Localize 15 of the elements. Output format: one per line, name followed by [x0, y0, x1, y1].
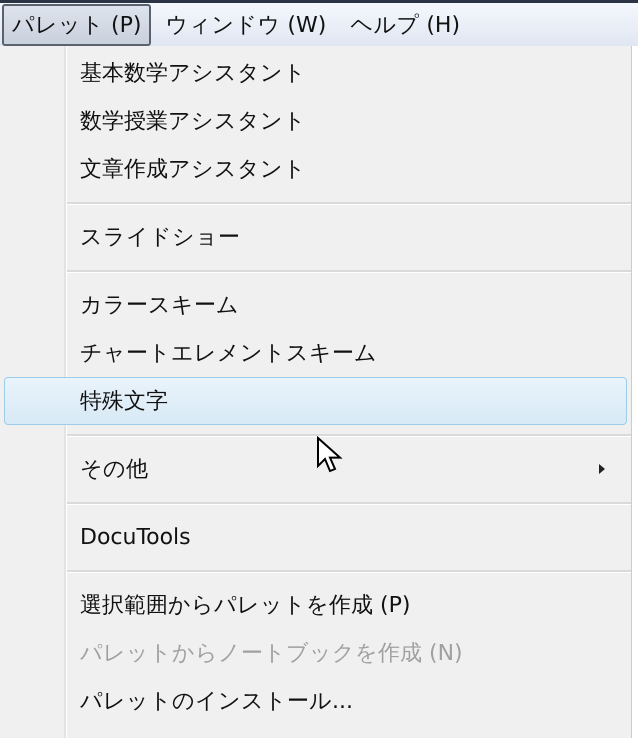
- menu-item[interactable]: 基本数学アシスタント: [4, 49, 627, 97]
- menu-item[interactable]: 選択範囲からパレットを作成 (P): [4, 581, 627, 629]
- menu-item[interactable]: 特殊文字: [4, 377, 627, 425]
- menu-item[interactable]: パレットのインストール...: [4, 677, 627, 725]
- menu-item[interactable]: カラースキーム: [4, 281, 627, 329]
- menu-bar-item[interactable]: ヘルプ (H): [340, 4, 470, 46]
- menu-item[interactable]: スライドショー: [4, 213, 627, 261]
- menu-item[interactable]: DocuTools: [4, 513, 627, 561]
- menu-bar-item[interactable]: ウィンドウ (W): [155, 4, 336, 46]
- menu-item[interactable]: その他: [4, 445, 627, 493]
- menu-item[interactable]: 文章作成アシスタント: [4, 145, 627, 193]
- submenu-arrow-icon: [598, 463, 606, 475]
- menu-item[interactable]: チャートエレメントスキーム: [4, 329, 627, 377]
- menu-item[interactable]: 数学授業アシスタント: [4, 97, 627, 145]
- menu-bar-item[interactable]: パレット (P): [2, 4, 152, 46]
